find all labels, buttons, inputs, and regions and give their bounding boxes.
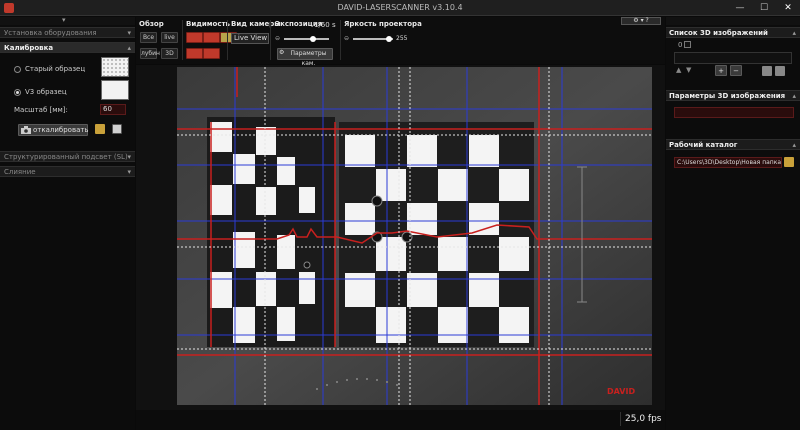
section-label: Калибровка [4,44,54,52]
v3-pattern-thumbnail [101,80,129,100]
camera-view-title: Вид камеры [231,20,281,28]
radio-old-pattern[interactable] [14,66,21,73]
save-image-icon[interactable] [762,66,772,76]
workdir-header[interactable]: Рабочий каталог ▴ [666,139,800,150]
workdir-title: Рабочий каталог [669,141,738,149]
exposure-slider[interactable] [284,38,329,40]
projector-minus-icon[interactable]: ⊖ [344,35,349,42]
visibility-camera-icon[interactable] [186,32,203,43]
old-pattern-thumbnail [101,57,129,77]
workdir-path-field[interactable]: C:\Users\3D\Desktop\Новая папка [674,157,782,168]
gear-icon: ⚙ [279,49,285,56]
radio-v3-pattern[interactable] [14,89,21,96]
status-bar [136,410,665,430]
view-depth-button[interactable]: лубин [140,48,160,59]
section-label: Структурированный подсвет (SL) [4,153,128,161]
add-image-button[interactable]: + [715,65,727,76]
view-3d-button[interactable]: 3D [161,48,178,59]
image-list-checkbox[interactable] [684,41,691,48]
settings-menu-icon[interactable]: ⚙ ▾ ? [621,17,661,25]
chevron-up-icon: ▴ [792,92,796,100]
calibrate-button-label: откалибровать [33,126,89,134]
image-list-box[interactable] [674,52,792,64]
left-panel: ▾ Установка оборудования ▾ Калибровка ▴ … [0,16,135,430]
title-bar: DAVID-LASERSCANNER v3.10.4 — ☐ ✕ [0,0,800,16]
exposure-minus-icon[interactable]: ⊖ [275,35,280,42]
chevron-up-icon: ▴ [792,141,796,149]
move-up-icon[interactable]: ▲ [676,66,681,74]
camera-image [177,67,652,405]
image-list-index: 0 [678,41,683,49]
toolbar: Обзор Все live лубин 3D Видимость Вид ка… [136,17,665,67]
image-list-title: Список 3D изображений [669,29,768,37]
export-image-icon[interactable] [775,66,785,76]
save-calibration-icon[interactable] [112,124,122,134]
projector-value: 255 [396,35,408,42]
toolbar-divider [270,20,271,60]
fps-readout: 25,0 fps [620,412,665,426]
camera-settings-button[interactable]: Параметры кам. [277,48,333,67]
right-panel: ⚙ ▾ ? Список 3D изображений ▴ 0 ▲ ▼ + − … [621,17,800,430]
section-label: Установка оборудования [4,29,97,37]
toolbar-divider [340,20,341,60]
remove-image-button[interactable]: − [730,65,742,76]
projector-title: Яркость проектора [344,20,422,28]
chevron-up-icon: ▴ [792,29,796,37]
close-button[interactable]: ✕ [776,0,800,16]
visibility-title: Видимость [186,20,230,28]
section-fusion[interactable]: Слияние ▾ [0,166,135,177]
overview-title: Обзор [139,20,164,28]
camera-view-value: Live View [234,34,268,42]
image-params-header[interactable]: Параметры 3D изображения ▴ [666,90,800,101]
projector-slider-thumb[interactable] [386,36,392,42]
window-title: DAVID-LASERSCANNER v3.10.4 [337,3,463,12]
visibility-mesh-icon[interactable] [186,48,203,59]
section-calibration[interactable]: Калибровка ▴ [0,42,135,53]
minimize-button[interactable]: — [728,0,752,16]
camera-icon [21,126,31,134]
folder-icon[interactable] [784,157,794,167]
visibility-laser-icon[interactable] [203,32,220,43]
toolbar-divider [182,20,183,60]
chevron-down-icon: ▾ [127,168,131,176]
view-live-button[interactable]: live [161,32,178,43]
chevron-up-icon: ▴ [127,44,131,52]
maximize-button[interactable]: ☐ [752,0,776,16]
camera-viewport[interactable]: DAVID [177,67,652,405]
exposure-slider-thumb[interactable] [310,36,317,42]
section-label: Слияние [4,168,36,176]
exposure-value: 1/60 s [314,21,336,29]
right-panel-pinbar [666,17,800,25]
view-all-button[interactable]: Все [140,32,157,43]
chevron-down-icon: ▾ [127,29,131,37]
label-old-pattern: Старый образец [25,65,86,73]
image-params-field[interactable] [674,107,794,118]
chevron-down-icon: ▾ [127,153,131,161]
left-panel-pinbar: ▾ [0,16,135,25]
camera-view-select[interactable]: Live View [231,33,269,44]
move-down-icon[interactable]: ▼ [686,66,691,74]
image-list-header[interactable]: Список 3D изображений ▴ [666,27,800,38]
visibility-turntable-icon[interactable] [203,48,220,59]
scale-input[interactable]: 60 [100,104,126,115]
section-structured-light[interactable]: Структурированный подсвет (SL) ▾ [0,151,135,162]
toolbar-divider [227,20,228,60]
pin-arrow-icon[interactable]: ▾ [62,16,66,24]
section-hardware-setup[interactable]: Установка оборудования ▾ [0,27,135,38]
image-params-title: Параметры 3D изображения [669,92,786,100]
label-v3-pattern: V3 образец [25,88,67,96]
scale-label: Масштаб [мм]: [14,106,68,114]
load-calibration-icon[interactable] [95,124,105,134]
david-watermark: DAVID [607,387,636,396]
